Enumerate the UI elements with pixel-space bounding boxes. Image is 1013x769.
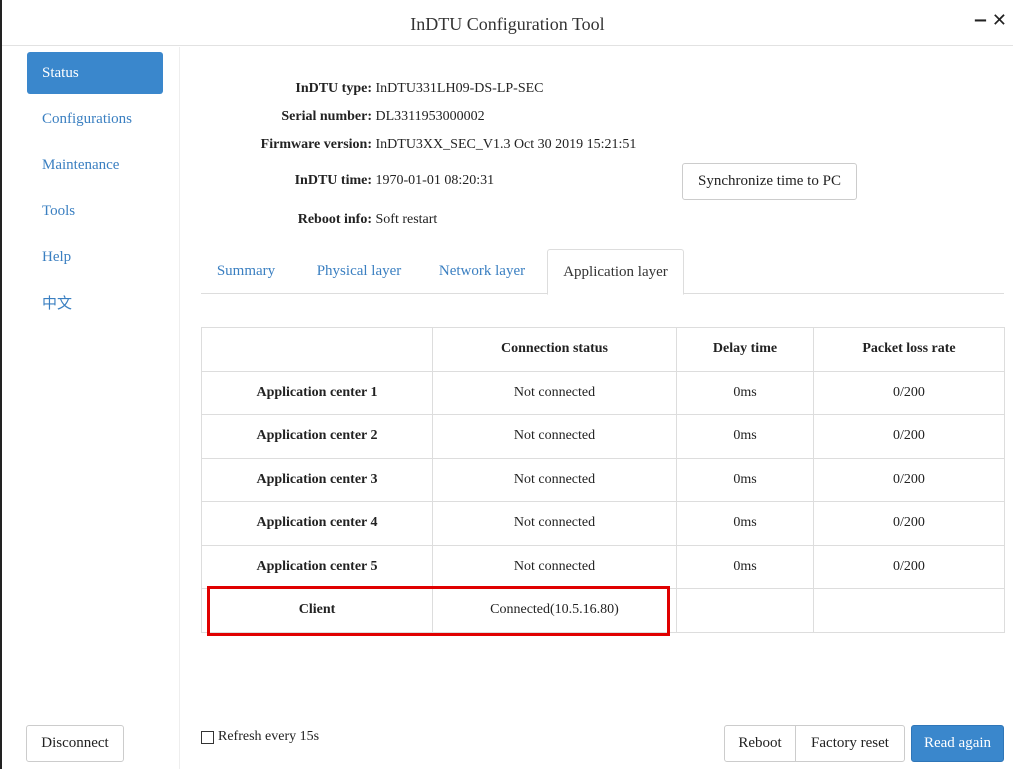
info-time-value: 1970-01-01 08:20:31 (375, 173, 495, 188)
refresh-label: Refresh every 15s (218, 729, 320, 744)
row-name: Application center 3 (201, 457, 433, 502)
sidebar-item-status[interactable]: Status (27, 52, 163, 94)
column-header (201, 327, 433, 372)
connection-status-cell: Not connected (432, 370, 677, 415)
packet-loss-cell (813, 588, 1005, 633)
connection-status-cell: Not connected (432, 457, 677, 502)
delay-time-cell: 0ms (676, 414, 814, 459)
packet-loss-cell: 0/200 (813, 414, 1005, 459)
row-name: Application center 5 (201, 544, 433, 589)
column-header: Connection status (432, 327, 677, 372)
info-firmware-row: Firmware version: InDTU3XX_SEC_V1.3 Oct … (202, 137, 637, 153)
delay-time-cell: 0ms (676, 544, 814, 589)
packet-loss-cell: 0/200 (813, 457, 1005, 502)
delay-time-cell: 0ms (676, 501, 814, 546)
info-serial-row: Serial number: DL3311953000002 (202, 109, 485, 125)
delay-time-cell (676, 588, 814, 633)
read-again-button[interactable]: Read again (911, 725, 1004, 762)
reboot-button[interactable]: Reboot (724, 725, 796, 762)
title-bar: InDTU Configuration Tool − ✕ (2, 0, 1013, 46)
refresh-option: Refresh every 15s (201, 729, 319, 745)
tab-physical-layer[interactable]: Physical layer (303, 249, 415, 294)
info-serial-value: DL3311953000002 (375, 109, 485, 124)
info-type-label: InDTU type: (295, 81, 372, 96)
table-row: Application center 4 Not connected 0ms 0… (201, 501, 1005, 546)
window-title: InDTU Configuration Tool (410, 14, 605, 34)
refresh-checkbox[interactable] (201, 730, 214, 744)
info-time-label: InDTU time: (294, 173, 372, 188)
info-reboot-label: Reboot info: (297, 212, 372, 227)
info-type-value: InDTU331LH09-DS-LP-SEC (375, 81, 544, 96)
tab-network-layer[interactable]: Network layer (427, 249, 537, 294)
disconnect-button[interactable]: Disconnect (26, 725, 124, 762)
info-firmware-value: InDTU3XX_SEC_V1.3 Oct 30 2019 15:21:51 (375, 137, 637, 152)
table-row: Application center 2 Not connected 0ms 0… (201, 414, 1005, 459)
table-row: Application center 5 Not connected 0ms 0… (201, 544, 1005, 589)
table-header-row: Connection status Delay time Packet loss… (201, 327, 1005, 372)
info-reboot-row: Reboot info: Soft restart (202, 212, 438, 228)
row-name: Application center 1 (201, 370, 433, 415)
application-status-table: Connection status Delay time Packet loss… (201, 327, 1005, 633)
info-reboot-value: Soft restart (375, 212, 438, 227)
row-name: Application center 4 (201, 501, 433, 546)
sidebar: Status Configurations Maintenance Tools … (2, 47, 180, 769)
window-controls: − ✕ (973, 12, 1007, 30)
column-header: Delay time (676, 327, 814, 372)
column-header: Packet loss rate (813, 327, 1005, 372)
minimize-icon[interactable]: − (973, 12, 988, 30)
delay-time-cell: 0ms (676, 457, 814, 502)
sidebar-item-help[interactable]: Help (27, 236, 163, 278)
delay-time-cell: 0ms (676, 370, 814, 415)
sidebar-item-configurations[interactable]: Configurations (27, 98, 163, 140)
info-type-row: InDTU type: InDTU331LH09-DS-LP-SEC (202, 81, 544, 97)
sidebar-item-tools[interactable]: Tools (27, 190, 163, 232)
connection-status-cell: Not connected (432, 501, 677, 546)
tab-summary[interactable]: Summary (201, 249, 291, 294)
close-icon[interactable]: ✕ (992, 12, 1007, 30)
info-firmware-label: Firmware version: (260, 137, 372, 152)
info-time-row: InDTU time: 1970-01-01 08:20:31 (202, 173, 495, 189)
layer-tabs: Summary Physical layer Network layer App… (201, 249, 1004, 295)
factory-reset-button[interactable]: Factory reset (795, 725, 905, 762)
packet-loss-cell: 0/200 (813, 501, 1005, 546)
row-name: Application center 2 (201, 414, 433, 459)
app-window: InDTU Configuration Tool − ✕ Status Conf… (0, 0, 1013, 769)
connection-status-cell: Connected(10.5.16.80) (432, 588, 677, 633)
connection-status-cell: Not connected (432, 414, 677, 459)
sidebar-item-maintenance[interactable]: Maintenance (27, 144, 163, 186)
sidebar-item-language[interactable]: 中文 (27, 282, 163, 324)
packet-loss-cell: 0/200 (813, 544, 1005, 589)
row-name: Client (201, 588, 433, 633)
table-row: Application center 3 Not connected 0ms 0… (201, 457, 1005, 502)
packet-loss-cell: 0/200 (813, 370, 1005, 415)
table-row: Application center 1 Not connected 0ms 0… (201, 370, 1005, 415)
info-serial-label: Serial number: (281, 109, 372, 124)
synchronize-time-button[interactable]: Synchronize time to PC (682, 163, 857, 200)
tab-application-layer[interactable]: Application layer (547, 249, 684, 295)
table-row-client: Client Connected(10.5.16.80) (201, 588, 1005, 633)
connection-status-cell: Not connected (432, 544, 677, 589)
